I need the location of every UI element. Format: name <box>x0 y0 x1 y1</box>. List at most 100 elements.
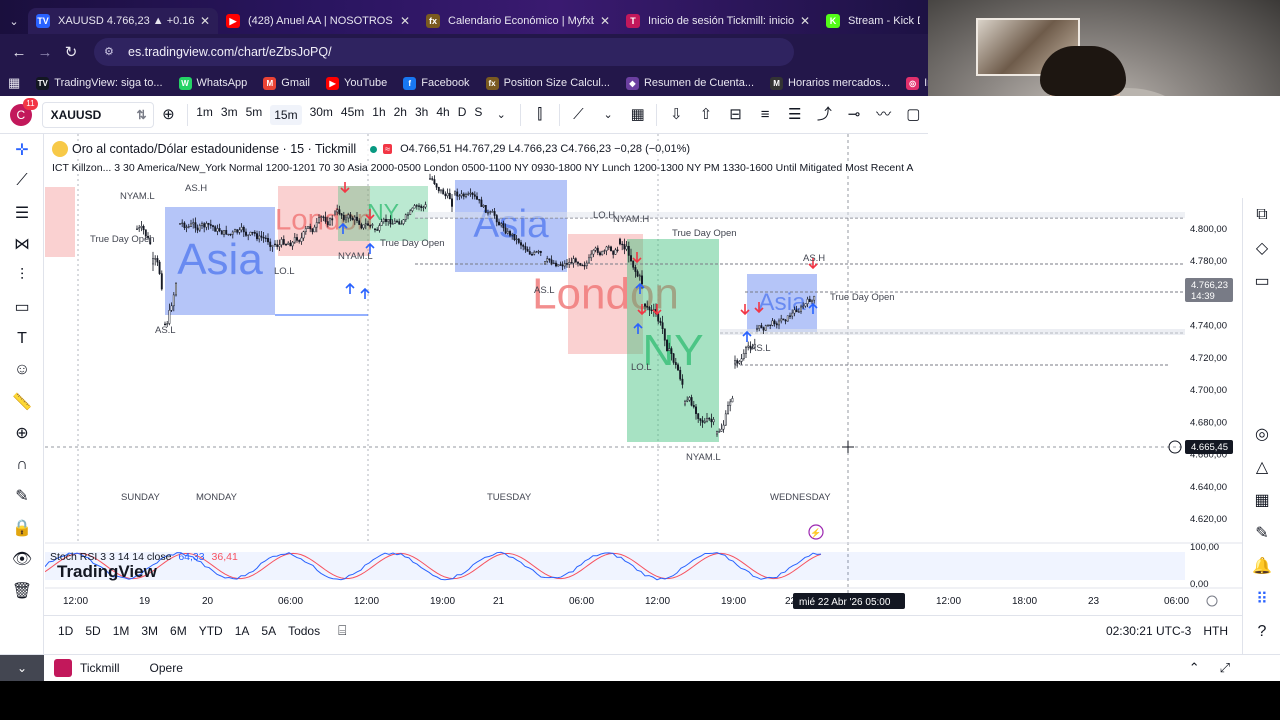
trend-icon[interactable]: 〰 <box>874 105 894 125</box>
ruler-icon[interactable]: 📏 <box>0 386 44 418</box>
short-position-icon[interactable]: ≡ <box>755 105 775 125</box>
line-icon[interactable]: ⊸ <box>844 105 864 125</box>
bookmark-item[interactable]: M Gmail <box>263 76 310 90</box>
text-icon[interactable]: T <box>0 323 44 355</box>
indicator-legend[interactable]: ICT Killzon... 3 30 America/New_York Nor… <box>52 162 914 174</box>
range-1D[interactable]: 1D <box>58 624 73 638</box>
range-5D[interactable]: 5D <box>85 624 100 638</box>
reload-icon[interactable]: ↻ <box>58 43 84 61</box>
bookmark-item[interactable]: W WhatsApp <box>178 76 247 90</box>
close-tab-icon[interactable]: ✕ <box>600 14 610 28</box>
close-tab-icon[interactable]: ✕ <box>400 14 410 28</box>
apps-icon[interactable]: ⠿ <box>1243 582 1280 615</box>
indicators-dropdown-icon[interactable]: ⌄ <box>598 105 618 125</box>
bookmark-item[interactable]: TV TradingView: siga to... <box>36 76 163 90</box>
browser-tab[interactable]: T Inicio de sesión Tickmill: inicio ✕ <box>618 8 818 34</box>
browser-tab[interactable]: ▶ (428) Anuel AA | NOSOTROS | L ✕ <box>218 8 418 34</box>
interval-4h[interactable]: 4h <box>436 105 449 125</box>
expand-panel-icon[interactable]: ⌄ <box>0 654 44 682</box>
site-info-icon[interactable]: ⚙ <box>104 45 118 59</box>
interval-1h[interactable]: 1h <box>372 105 385 125</box>
collapse-up-icon[interactable]: ⌃ <box>1189 660 1200 676</box>
range-1A[interactable]: 1A <box>235 624 250 638</box>
bell-icon[interactable]: 🔔 <box>1243 549 1280 582</box>
interval-2h[interactable]: 2h <box>394 105 407 125</box>
emoji-icon[interactable]: ☺ <box>0 355 44 387</box>
long-position-icon[interactable]: ⊟ <box>726 105 746 125</box>
visibility-icon[interactable]: 👁 <box>0 544 44 576</box>
watchlist-icon[interactable]: ⧉ <box>1243 198 1280 231</box>
help-icon[interactable]: ? <box>1243 615 1280 648</box>
interval-45m[interactable]: 45m <box>341 105 364 125</box>
bookmark-item[interactable]: ◆ Resumen de Cuenta... <box>625 76 754 90</box>
buy-arrow-icon[interactable]: ⇧ <box>696 105 716 125</box>
price-chart[interactable]: AsiaLondonNY AsiaLondonNYAsiaAS.HNYAM.LTr… <box>45 134 1242 662</box>
browser-tab[interactable]: K Stream - Kick Das <box>818 8 928 34</box>
range-3M[interactable]: 3M <box>141 624 158 638</box>
shapes-icon[interactable]: ▭ <box>0 292 44 324</box>
apps-grid-icon[interactable]: ▦ <box>8 75 20 91</box>
url-field[interactable]: ⚙ es.tradingview.com/chart/eZbsJoPQ/ <box>94 38 794 66</box>
browser-tab[interactable]: TV XAUUSD 4.766,23 ▲ +0.16% Si ✕ <box>28 8 218 34</box>
session-text[interactable]: HTH <box>1203 624 1228 638</box>
interval-dropdown-icon[interactable]: ⌄ <box>491 105 511 125</box>
rectangle-icon[interactable]: ▢ <box>903 105 923 125</box>
bookmark-item[interactable]: fx Position Size Calcul... <box>485 76 610 90</box>
range-6M[interactable]: 6M <box>170 624 187 638</box>
bookmark-item[interactable]: ▶ YouTube <box>326 76 387 90</box>
interval-5m[interactable]: 5m <box>246 105 263 125</box>
range-YTD[interactable]: YTD <box>199 624 223 638</box>
ideas-icon[interactable]: △ <box>1243 450 1280 483</box>
browser-tab[interactable]: fx Calendario Económico | Myfxb ✕ <box>418 8 618 34</box>
range-1M[interactable]: 1M <box>113 624 130 638</box>
close-tab-icon[interactable]: ✕ <box>200 14 210 28</box>
path-icon[interactable]: ⤴ <box>815 105 835 125</box>
layout-icon[interactable]: ▦ <box>628 105 648 125</box>
broker-name[interactable]: Tickmill <box>80 661 120 675</box>
back-arrow-icon[interactable]: ← <box>6 44 32 61</box>
interval-D[interactable]: D <box>458 105 467 125</box>
target-icon[interactable]: ◎ <box>1243 417 1280 450</box>
interval-1m[interactable]: 1m <box>196 105 213 125</box>
maximize-icon[interactable]: ⤢ <box>1220 660 1230 676</box>
bookmark-item[interactable]: M Horarios mercados... <box>770 76 890 90</box>
user-avatar[interactable]: C 11 <box>10 97 38 126</box>
trash-icon[interactable]: 🗑 <box>0 575 44 607</box>
chat-icon[interactable]: ▭ <box>1243 264 1280 297</box>
range-5A[interactable]: 5A <box>261 624 276 638</box>
lock-icon[interactable]: 🔒 <box>0 512 44 544</box>
add-symbol-icon[interactable]: ⊕ <box>159 105 179 125</box>
interval-15m[interactable]: 15m <box>270 104 302 125</box>
legend-title[interactable]: Oro al contado/Dólar estadounidense · 15… <box>72 142 356 156</box>
zoom-icon[interactable]: ⊕ <box>0 418 44 450</box>
crosshair-icon[interactable]: ✛ <box>0 134 44 166</box>
collapse-icon[interactable] <box>52 141 68 157</box>
horizontal-lines-icon[interactable]: ☰ <box>0 197 44 229</box>
indicators-icon[interactable]: ⟋ <box>569 105 589 125</box>
range-Todos[interactable]: Todos <box>288 624 320 638</box>
trade-button[interactable]: Opere <box>150 661 183 675</box>
goto-date-icon[interactable]: ⌸ <box>338 622 346 639</box>
interval-30m[interactable]: 30m <box>310 105 333 125</box>
bookmark-item[interactable]: f Facebook <box>403 76 470 90</box>
close-tab-icon[interactable]: ✕ <box>800 14 810 28</box>
interval-3m[interactable]: 3m <box>221 105 238 125</box>
symbol-search[interactable]: XAUUSD ⇅ <box>41 101 154 128</box>
pencil-icon[interactable]: ✎ <box>1243 516 1280 549</box>
draw-mode-icon[interactable]: ✎ <box>0 481 44 513</box>
stoch-legend[interactable]: Stoch RSI 3 3 14 14 close 64,33 36,41 <box>50 551 238 563</box>
layers-icon[interactable]: ◇ <box>1243 231 1280 264</box>
forward-arrow-icon[interactable]: → <box>32 44 58 61</box>
pitchfork-icon[interactable]: ⋈ <box>0 229 44 261</box>
interval-S[interactable]: S <box>474 105 482 125</box>
clock-text[interactable]: 02:30:21 UTC-3 <box>1106 624 1191 638</box>
sell-arrow-icon[interactable]: ⇩ <box>666 105 686 125</box>
trend-line-icon[interactable]: ⟋ <box>0 166 44 198</box>
fib-icon[interactable]: ⫶ <box>0 260 44 292</box>
interval-3h[interactable]: 3h <box>415 105 428 125</box>
magnet-icon[interactable]: ∩ <box>0 449 44 481</box>
compare-icon[interactable]: ⇅ <box>137 108 147 122</box>
calendar-icon[interactable]: ▦ <box>1243 483 1280 516</box>
tab-search-button[interactable]: ⌄ <box>0 8 28 34</box>
forecast-icon[interactable]: ☰ <box>785 105 805 125</box>
